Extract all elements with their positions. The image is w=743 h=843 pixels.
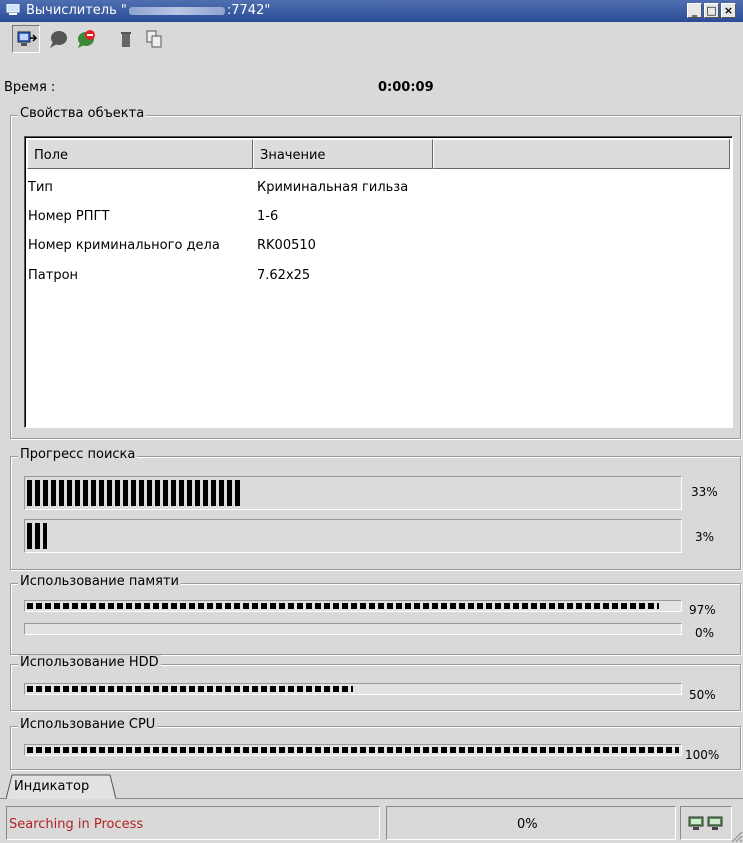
minimize-button[interactable]: _ [687, 3, 702, 18]
tab-label: Индикатор [14, 779, 90, 794]
monitor-icon [6, 4, 20, 15]
toolbar [0, 22, 743, 66]
connect-button[interactable] [12, 25, 40, 53]
search-progress-percent-2: 3% [695, 530, 715, 544]
cpu-bar [24, 744, 682, 756]
hdd-usage-title: Использование HDD [18, 655, 161, 670]
window-title: Вычислитель ":7742" [26, 3, 271, 18]
copy-icon [146, 30, 162, 48]
memory-percent-2: 0% [695, 626, 715, 640]
search-progress-bar-2 [24, 519, 682, 553]
memory-usage-title: Использование памяти [18, 574, 181, 589]
memory-fill-1 [27, 603, 659, 609]
resize-grip-icon[interactable] [731, 831, 743, 843]
row-field: Номер криминального дела [28, 238, 220, 253]
hdd-percent: 50% [689, 688, 716, 702]
row-value: 1-6 [257, 209, 279, 224]
stop-icon [78, 30, 95, 48]
memory-bar-2 [24, 623, 682, 635]
status-percent-panel: 0% [386, 806, 676, 840]
stop-button[interactable] [72, 25, 100, 53]
status-message-panel: Searching in Process [6, 806, 380, 840]
close-button[interactable]: × [721, 3, 736, 18]
memory-usage-group [10, 583, 741, 655]
status-icon-panel [680, 806, 732, 840]
memory-percent-1: 97% [689, 603, 716, 617]
connect-icon [17, 31, 37, 46]
network-computers-icon [688, 816, 723, 830]
time-label: Время : [4, 80, 56, 95]
search-progress-fill-1 [27, 480, 242, 506]
time-value: 0:00:09 [378, 80, 434, 95]
hdd-fill [27, 686, 353, 692]
memory-bar-1 [24, 600, 682, 612]
row-value: RK00510 [257, 238, 316, 253]
status-percent: 0% [517, 817, 538, 832]
row-field: Патрон [28, 268, 79, 283]
hdd-bar [24, 683, 682, 695]
column-header-value[interactable]: Значение [253, 139, 433, 169]
cpu-fill [27, 747, 679, 753]
column-header-field[interactable]: Поле [27, 139, 253, 169]
column-header-empty[interactable] [433, 139, 730, 169]
properties-list[interactable]: Поле Значение Тип Криминальная гильза Но… [24, 136, 733, 428]
redacted-hostname [128, 6, 225, 15]
tab-indicator[interactable]: Индикатор [6, 773, 116, 799]
row-value: 7.62x25 [257, 268, 311, 283]
object-properties-title: Свойства объекта [18, 106, 147, 121]
search-progress-fill-2 [27, 523, 47, 549]
maximize-button[interactable]: □ [704, 3, 719, 18]
cpu-usage-title: Использование CPU [18, 717, 158, 732]
chat-icon [50, 31, 67, 48]
search-progress-bar-1 [24, 476, 682, 510]
status-message: Searching in Process [9, 817, 144, 832]
title-bar[interactable]: Вычислитель ":7742" _ □ × [0, 0, 743, 22]
chat-button[interactable] [44, 25, 72, 53]
delete-icon [121, 32, 131, 47]
search-progress-percent-1: 33% [691, 485, 718, 499]
row-value: Криминальная гильза [257, 180, 409, 195]
row-field: Тип [28, 180, 53, 195]
search-progress-title: Прогресс поиска [18, 447, 138, 462]
row-field: Номер РПГТ [28, 209, 110, 224]
cpu-percent: 100% [685, 748, 720, 762]
copy-button[interactable] [140, 25, 168, 53]
delete-button[interactable] [112, 25, 140, 53]
